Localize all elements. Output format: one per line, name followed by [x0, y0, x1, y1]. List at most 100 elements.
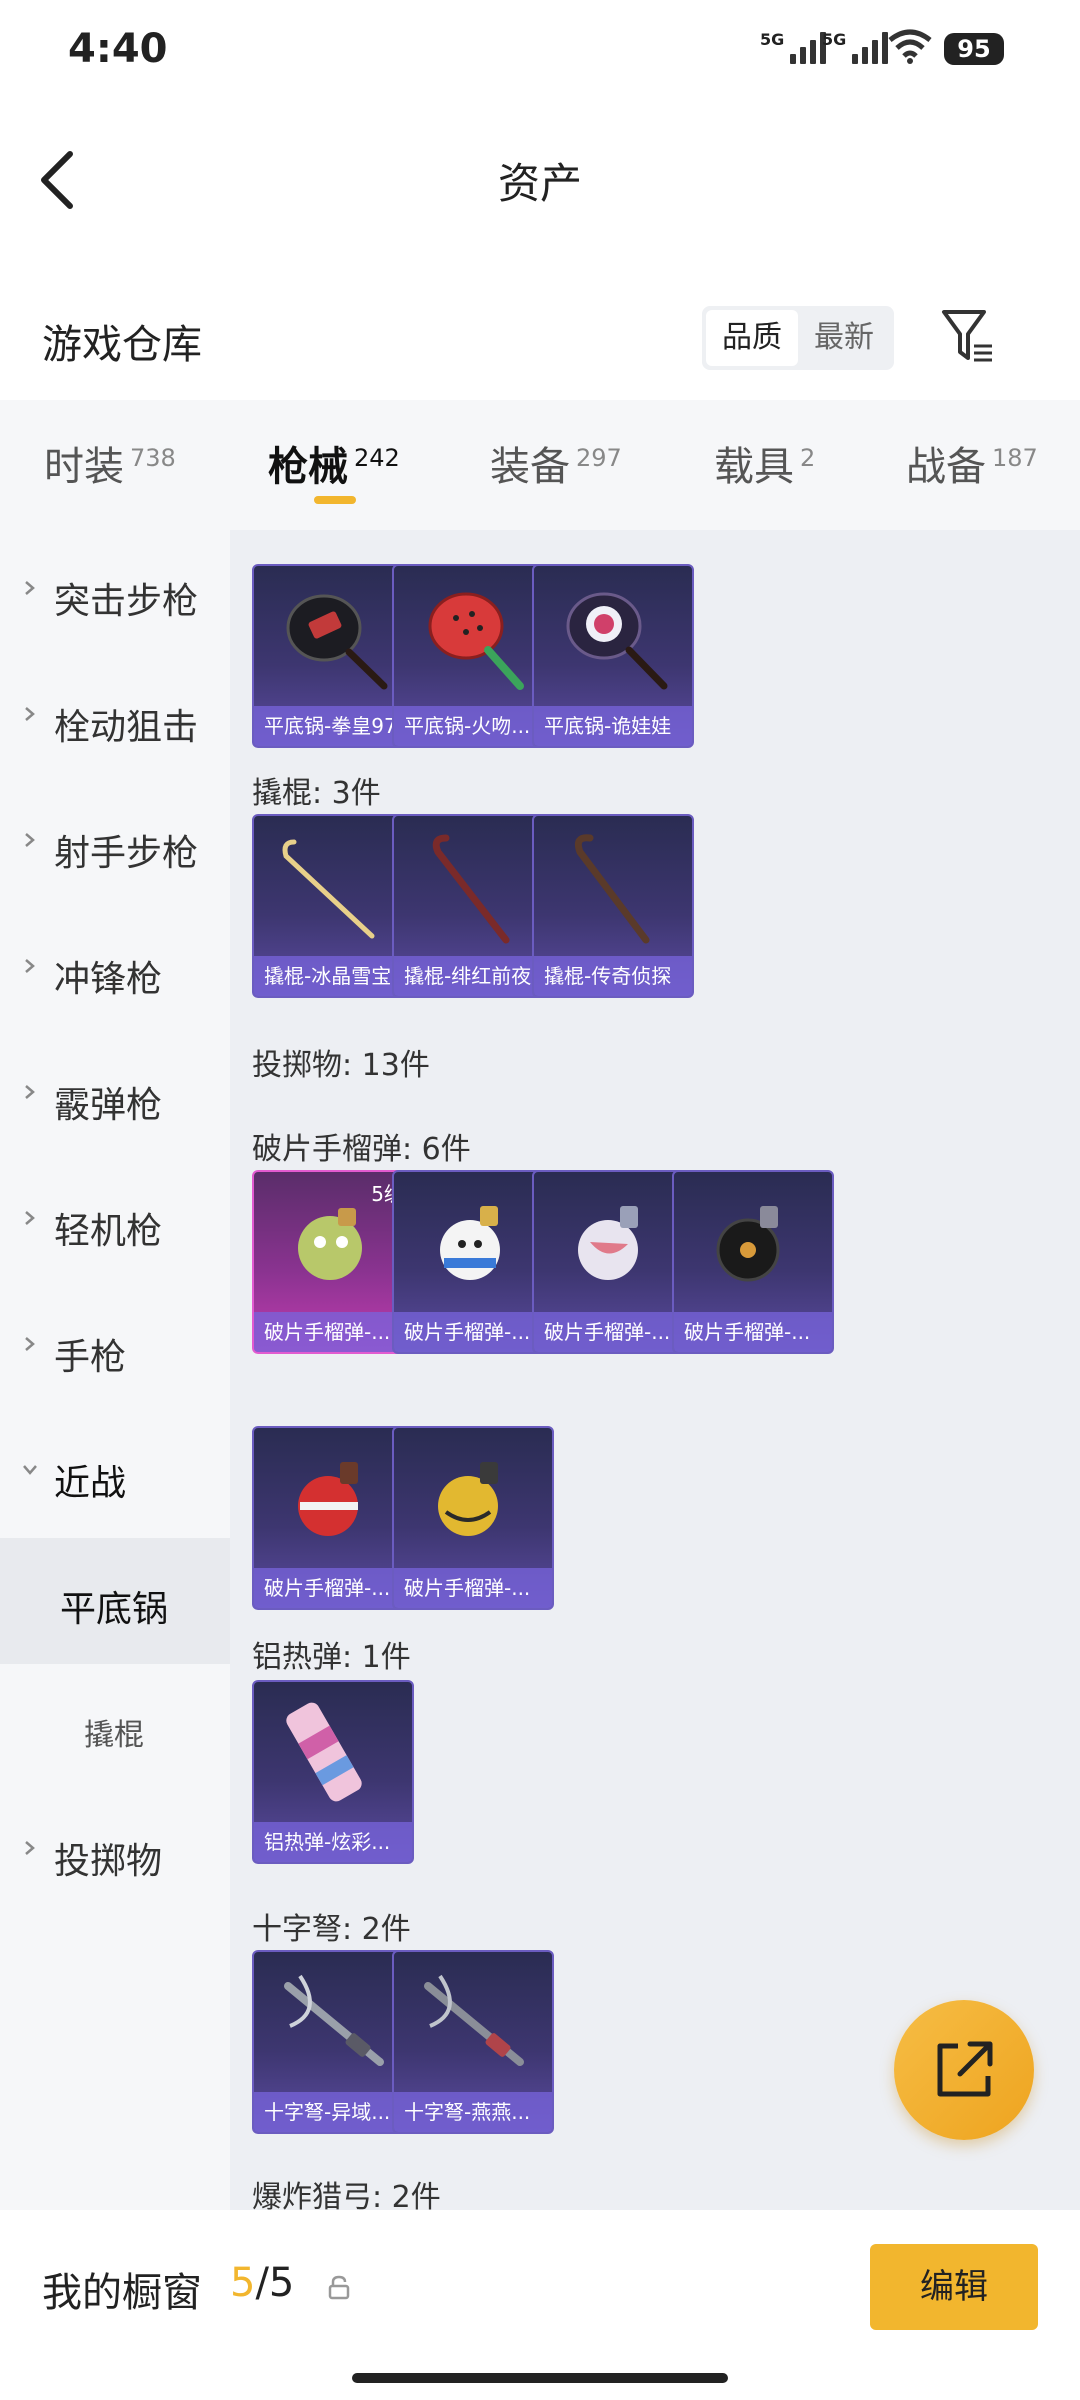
tab-count: 2 [800, 443, 816, 472]
sidebar-item-smg[interactable]: 冲锋枪 [0, 908, 230, 1034]
item-card[interactable]: 破片手榴弹-... [392, 1170, 554, 1354]
crossbow-icon [284, 1974, 384, 2066]
chevron-down-icon [23, 1465, 37, 1475]
item-name: 平底锅-火吻... [394, 706, 552, 746]
status-time: 4:40 [68, 26, 168, 72]
item-name: 撬棍-绯红前夜 [394, 956, 552, 996]
item-card[interactable]: 破片手榴弹-... [392, 1426, 554, 1610]
lock-icon[interactable] [326, 2274, 352, 2300]
chevron-right-icon [25, 707, 35, 721]
chevron-right-icon [25, 1337, 35, 1351]
chevron-right-icon [25, 1211, 35, 1225]
grenade-icon [440, 1206, 500, 1280]
page-title: 资产 [497, 159, 582, 208]
sort-quality[interactable]: 品质 [706, 310, 798, 366]
item-name: 破片手榴弹-... [394, 1312, 552, 1352]
wifi-icon [888, 29, 932, 64]
sidebar-item-crowbar[interactable]: 撬棍 [0, 1664, 230, 1790]
item-name: 破片手榴弹-... [534, 1312, 692, 1352]
item-card[interactable]: 破片手榴弹-... [672, 1170, 834, 1354]
signal-icon-2: 5G [822, 30, 889, 64]
sidebar-item-lmg[interactable]: 轻机枪 [0, 1160, 230, 1286]
grenade-icon [578, 1206, 638, 1280]
battery-indicator: 95 [944, 33, 1004, 65]
item-name: 撬棍-冰晶雪宝 [254, 956, 412, 996]
item-card[interactable]: 平底锅-火吻... [392, 564, 554, 748]
grenade-icon [298, 1462, 358, 1536]
item-card[interactable]: 铝热弹-炫彩... [252, 1680, 414, 1864]
section-header: 撬棍: 3件 [252, 776, 381, 811]
tab-firearms[interactable]: 枪械 242 [268, 434, 400, 492]
item-name: 破片手榴弹-... [674, 1312, 832, 1352]
item-card[interactable]: 破片手榴弹-... [252, 1426, 414, 1610]
sidebar-item-label: 平底锅 [60, 1589, 169, 1630]
grenade-icon [716, 1206, 780, 1282]
showcase-current: 5 [230, 2260, 256, 2306]
tab-combat-gear[interactable]: 战备 187 [906, 434, 1038, 492]
tab-label: 载具 [714, 444, 794, 490]
sidebar-item-marksman-rifle[interactable]: 射手步枪 [0, 782, 230, 908]
sidebar-item-pistol[interactable]: 手枪 [0, 1286, 230, 1412]
section-header: 铝热弹: 1件 [252, 1640, 411, 1675]
tab-equipment[interactable]: 装备 297 [490, 434, 622, 492]
item-name: 破片手榴弹-... [394, 1568, 552, 1608]
sidebar-item-assault-rifle[interactable]: 突击步枪 [0, 530, 230, 656]
item-name: 平底锅-拳皇97 [254, 706, 412, 746]
sidebar-item-shotgun[interactable]: 霰弹枪 [0, 1034, 230, 1160]
sort-newest[interactable]: 最新 [798, 310, 890, 366]
sidebar-item-label: 撬棍 [84, 1718, 144, 1753]
filter-icon[interactable] [940, 306, 996, 366]
tab-count: 738 [130, 443, 176, 472]
weapon-category-sidebar: 突击步枪 栓动狙击 射手步枪 冲锋枪 霰弹枪 轻机枪 手枪 近战 平底锅 撬棍 … [0, 530, 230, 2210]
item-name: 十字弩-异域... [254, 2092, 412, 2132]
crowbar-icon [282, 839, 375, 939]
network-type-label: 5G [760, 30, 785, 49]
status-bar: 4:40 5G 5G 95 [0, 0, 1080, 100]
share-button[interactable] [894, 2000, 1034, 2140]
chevron-right-icon [25, 1841, 35, 1855]
item-card[interactable]: 十字弩-燕燕... [392, 1950, 554, 2134]
tab-fashion[interactable]: 时装 738 [44, 434, 176, 492]
item-card[interactable]: 破片手榴弹-... [532, 1170, 694, 1354]
item-card[interactable]: 撬棍-冰晶雪宝 [252, 814, 414, 998]
item-name: 破片手榴弹-... [254, 1568, 412, 1608]
warehouse-title: 游戏仓库 [42, 322, 202, 368]
sort-toggle: 品质 最新 [702, 306, 894, 370]
item-card[interactable]: 撬棍-传奇侦探 [532, 814, 694, 998]
chevron-right-icon [25, 581, 35, 595]
frying-pan-icon [428, 592, 524, 690]
signal-icon: 5G [760, 30, 827, 64]
sidebar-item-label: 突击步枪 [54, 581, 199, 622]
tab-label: 装备 [490, 444, 570, 490]
active-tab-indicator [314, 496, 356, 504]
tab-label: 枪械 [268, 444, 348, 490]
chevron-right-icon [25, 1085, 35, 1099]
tab-count: 297 [576, 443, 622, 472]
item-name: 十字弩-燕燕... [394, 2092, 552, 2132]
chevron-right-icon [25, 833, 35, 847]
sidebar-item-throwables[interactable]: 投掷物 [0, 1790, 230, 1916]
showcase-total: /5 [255, 2260, 295, 2306]
item-card[interactable]: 十字弩-异域... [252, 1950, 414, 2134]
item-name: 铝热弹-炫彩... [254, 1822, 412, 1862]
item-name: 破片手榴弹-... [254, 1312, 412, 1352]
showcase-count: 5/5 [230, 2260, 294, 2306]
showcase-bar: 我的橱窗 5/5 编辑 [0, 2210, 1080, 2400]
item-card[interactable]: 平底锅-拳皇97 [252, 564, 414, 748]
top-header: 资产 [0, 120, 1080, 240]
sidebar-item-label: 手枪 [54, 1337, 127, 1378]
item-card[interactable]: 平底锅-诡娃娃 [532, 564, 694, 748]
thermite-icon [286, 1702, 362, 1802]
sidebar-item-melee[interactable]: 近战 [0, 1412, 230, 1538]
showcase-label: 我的橱窗 [42, 2270, 202, 2316]
crowbar-icon [432, 834, 510, 944]
item-grid: 平底锅-拳皇97 平底锅-火吻... 平底锅-诡娃娃 撬棍: 3件 撬棍-冰晶雪… [230, 530, 1080, 2210]
crossbow-icon [424, 1974, 524, 2066]
tab-vehicles[interactable]: 载具 2 [714, 434, 815, 492]
sidebar-item-frying-pan[interactable]: 平底锅 [0, 1538, 230, 1664]
edit-button[interactable]: 编辑 [870, 2244, 1038, 2330]
item-card[interactable]: 5级 破片手榴弹-... [252, 1170, 414, 1354]
sidebar-item-bolt-sniper[interactable]: 栓动狙击 [0, 656, 230, 782]
item-card[interactable]: 撬棍-绯红前夜 [392, 814, 554, 998]
sidebar-item-label: 冲锋枪 [54, 959, 163, 1000]
